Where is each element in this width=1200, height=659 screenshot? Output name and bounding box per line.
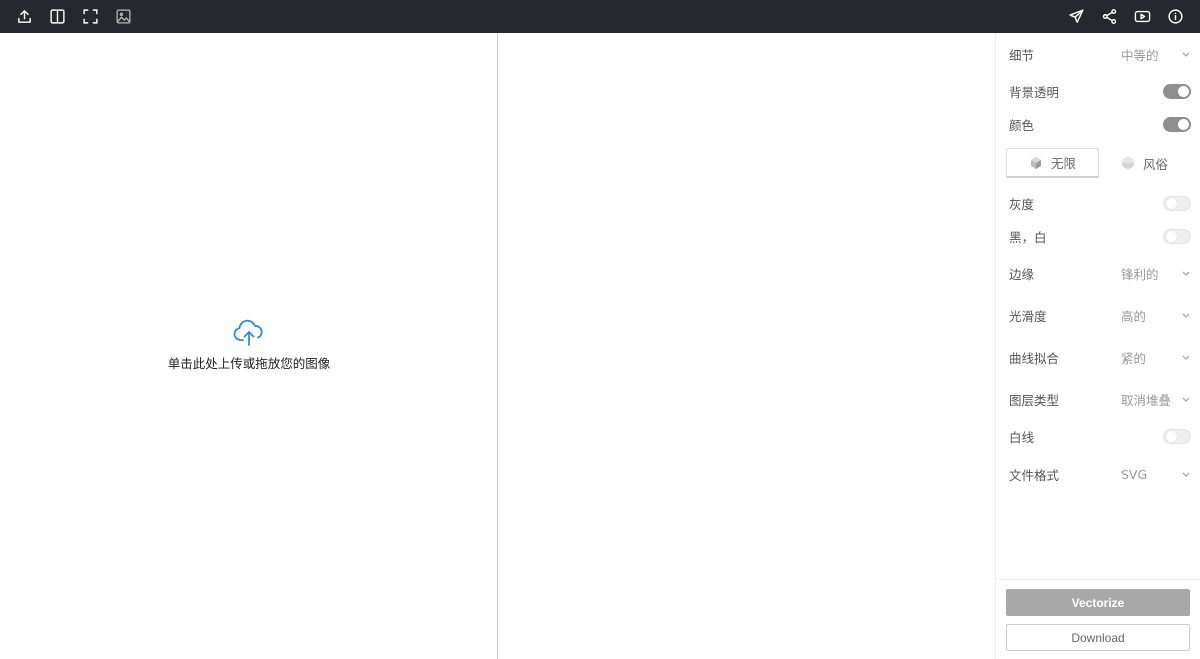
- layer-type-select[interactable]: 取消堆叠: [1121, 390, 1191, 409]
- detail-label: 细节: [1009, 47, 1035, 63]
- palette-icon: [1121, 157, 1134, 169]
- color-label: 颜色: [1009, 117, 1035, 133]
- white-lines-toggle[interactable]: [1163, 428, 1191, 444]
- curve-fit-value: 紧的: [1121, 350, 1147, 366]
- chevron-down-icon: [1182, 472, 1190, 477]
- share-icon: [1102, 9, 1117, 24]
- toggle-knob: [1166, 197, 1177, 209]
- color-row: 颜色: [996, 113, 1200, 135]
- cube-icon: [1030, 156, 1041, 169]
- edges-select[interactable]: 锋利的: [1121, 264, 1191, 283]
- curve-fit-row: 曲线拟合 紧的: [996, 346, 1200, 368]
- grayscale-label: 灰度: [1009, 196, 1035, 212]
- result-preview-pane: [499, 33, 995, 659]
- transparent-bg-row: 背景透明: [996, 80, 1200, 102]
- file-format-row: 文件格式 SVG: [996, 463, 1200, 485]
- top-toolbar: [0, 0, 1200, 33]
- source-image-pane[interactable]: 单击此处上传或拖放您的图像: [0, 33, 498, 659]
- info-button[interactable]: [1159, 0, 1192, 33]
- layer-type-label: 图层类型: [1009, 392, 1060, 408]
- chevron-down-icon: [1182, 355, 1190, 360]
- white-lines-label: 白线: [1009, 429, 1035, 445]
- grayscale-row: 灰度: [996, 192, 1200, 214]
- toggle-knob: [1178, 85, 1189, 97]
- send-button[interactable]: [1060, 0, 1093, 33]
- toggle-knob: [1166, 230, 1177, 242]
- color-mode-unlimited[interactable]: 无限: [1006, 148, 1099, 178]
- detail-select[interactable]: 中等的: [1121, 45, 1191, 64]
- edges-label: 边缘: [1009, 266, 1035, 282]
- transparent-bg-toggle[interactable]: [1163, 83, 1191, 99]
- black-white-label: 黑，白: [1009, 229, 1047, 245]
- edges-value: 锋利的: [1121, 266, 1159, 282]
- smoothness-select[interactable]: 高的: [1121, 306, 1191, 325]
- transparent-bg-label: 背景透明: [1009, 84, 1060, 100]
- vectorize-button[interactable]: Vectorize: [1006, 589, 1190, 616]
- toolbar-left: [8, 0, 140, 33]
- chevron-down-icon: [1182, 313, 1190, 318]
- black-white-toggle[interactable]: [1163, 228, 1191, 244]
- image-icon: [116, 9, 131, 24]
- color-toggle[interactable]: [1163, 116, 1191, 132]
- toggle-knob: [1166, 430, 1177, 442]
- grayscale-toggle[interactable]: [1163, 195, 1191, 211]
- download-button[interactable]: Download: [1006, 624, 1190, 651]
- share-button[interactable]: [1093, 0, 1126, 33]
- chevron-down-icon: [1182, 52, 1190, 57]
- split-view-button[interactable]: [41, 0, 74, 33]
- fullscreen-button[interactable]: [74, 0, 107, 33]
- image-button[interactable]: [107, 0, 140, 33]
- smoothness-row: 光滑度 高的: [996, 304, 1200, 326]
- detail-row: 细节 中等的: [996, 43, 1200, 65]
- chevron-down-icon: [1182, 271, 1190, 276]
- smoothness-label: 光滑度: [1009, 308, 1047, 324]
- layer-type-value: 取消堆叠: [1121, 392, 1172, 408]
- upload-icon: [18, 10, 31, 23]
- toggle-knob: [1178, 118, 1189, 130]
- color-mode-segmented: 无限 风俗: [1006, 148, 1190, 178]
- split-view-icon: [50, 9, 65, 24]
- cloud-upload-icon: [233, 319, 263, 346]
- fullscreen-icon: [83, 9, 98, 24]
- curve-fit-select[interactable]: 紧的: [1121, 348, 1191, 367]
- edges-row: 边缘 锋利的: [996, 262, 1200, 284]
- panel-footer: Vectorize Download: [996, 579, 1200, 659]
- detail-value: 中等的: [1121, 47, 1159, 63]
- file-format-value: SVG: [1121, 466, 1148, 482]
- black-white-row: 黑，白: [996, 225, 1200, 247]
- color-mode-custom-label: 风俗: [1142, 156, 1168, 172]
- info-icon: [1168, 9, 1183, 24]
- curve-fit-label: 曲线拟合: [1009, 350, 1060, 366]
- upload-dropzone[interactable]: 单击此处上传或拖放您的图像: [0, 318, 498, 372]
- file-format-label: 文件格式: [1009, 467, 1060, 483]
- send-icon: [1069, 9, 1084, 23]
- layer-type-row: 图层类型 取消堆叠: [996, 388, 1200, 410]
- video-button[interactable]: [1126, 0, 1159, 33]
- color-mode-unlimited-label: 无限: [1050, 156, 1076, 171]
- video-icon: [1134, 10, 1151, 23]
- color-mode-custom[interactable]: 风俗: [1099, 148, 1190, 178]
- white-lines-row: 白线: [996, 425, 1200, 447]
- upload-button[interactable]: [8, 0, 41, 33]
- upload-prompt: 单击此处上传或拖放您的图像: [167, 356, 331, 371]
- toolbar-right: [1060, 0, 1192, 33]
- settings-panel: 细节 中等的 背景透明 颜色 无限 风俗 灰度 黑，白 边缘 锋利的 光滑度 高…: [995, 33, 1200, 659]
- file-format-select[interactable]: SVG: [1121, 467, 1191, 482]
- chevron-down-icon: [1182, 397, 1190, 402]
- smoothness-value: 高的: [1121, 308, 1147, 324]
